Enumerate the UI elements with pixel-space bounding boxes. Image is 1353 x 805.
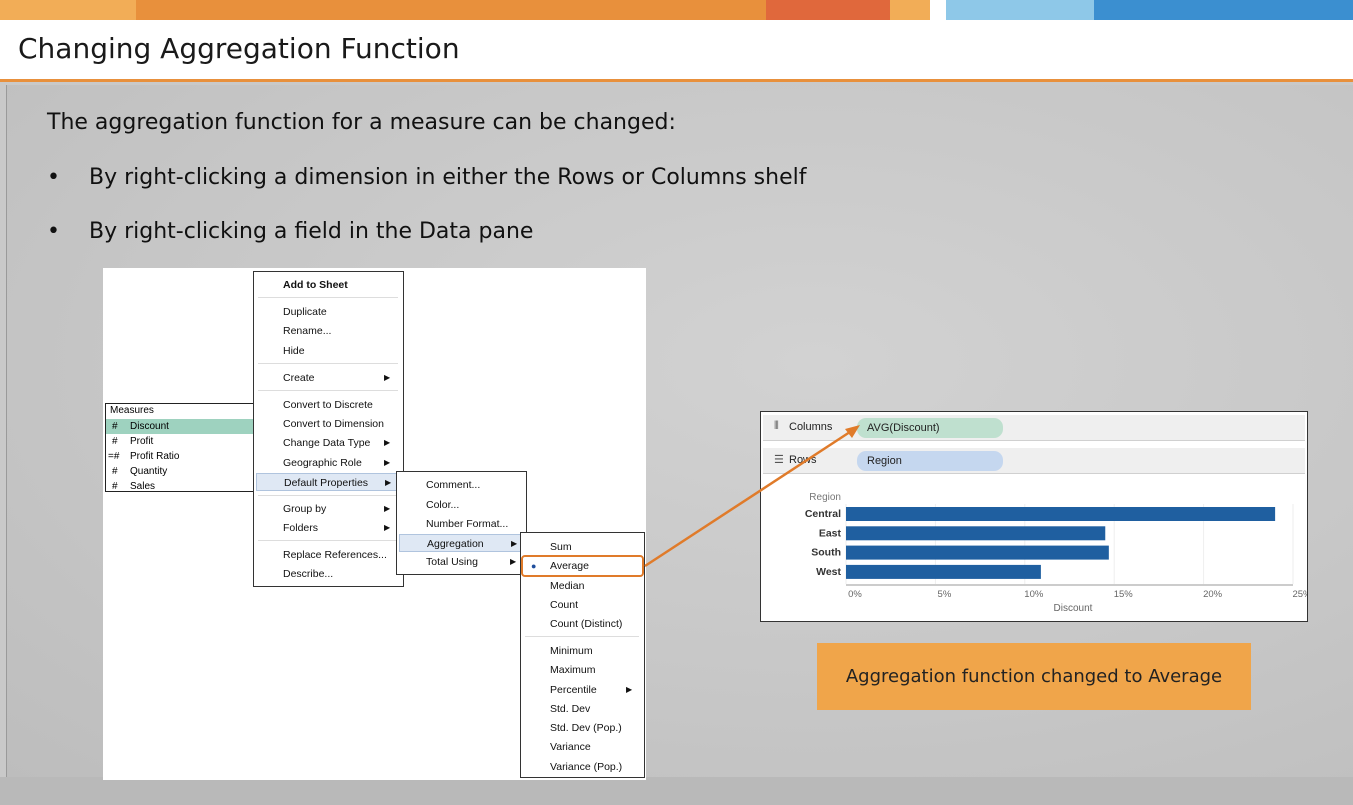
menu-item-group-by[interactable]: Group by ▶ <box>254 500 402 518</box>
tick-label: 5% <box>938 589 952 600</box>
columns-icon: ⦀ <box>774 420 779 432</box>
measure-item-discount[interactable]: # Discount <box>106 419 254 434</box>
menu-item-convert-to-dimension[interactable]: Convert to Dimension <box>254 415 402 433</box>
submenu-arrow-icon: ▶ <box>384 438 391 447</box>
title-bar: Changing Aggregation Function <box>0 20 1353 82</box>
menu-item-aggregation[interactable]: Aggregation ▶ <box>399 534 523 552</box>
viz-panel: ⦀ Columns AVG(Discount) ☰ Rows Region Re… <box>760 411 1308 622</box>
bullet-icon: • <box>47 165 60 190</box>
number-icon: # <box>112 436 118 447</box>
category-label: East <box>819 527 842 539</box>
measure-item-sales[interactable]: # Sales <box>106 479 254 494</box>
tick-label: 25% <box>1292 589 1307 600</box>
category-label: Central <box>805 508 841 520</box>
bullet-icon: • <box>47 219 60 244</box>
number-icon: # <box>112 481 118 492</box>
tick-label: 15% <box>1114 589 1134 600</box>
menu-item-rename[interactable]: Rename... <box>254 322 402 340</box>
submenu-arrow-icon: ▶ <box>511 539 518 548</box>
measures-pane: Measures # Discount # Profit =# Profit R… <box>105 403 255 492</box>
menu-item-variance[interactable]: Variance <box>521 738 643 756</box>
submenu-arrow-icon: ▶ <box>384 373 391 382</box>
submenu-arrow-icon: ▶ <box>385 478 392 487</box>
measure-item-quantity[interactable]: # Quantity <box>106 464 254 479</box>
menu-item-maximum[interactable]: Maximum <box>521 661 643 679</box>
x-axis-title: Discount <box>1054 603 1093 614</box>
number-icon: # <box>112 421 118 432</box>
menu-item-change-data-type[interactable]: Change Data Type ▶ <box>254 434 402 452</box>
menu-item-create[interactable]: Create ▶ <box>254 369 402 387</box>
menu-item-convert-to-discrete[interactable]: Convert to Discrete <box>254 396 402 414</box>
menu-item-minimum[interactable]: Minimum <box>521 642 643 660</box>
bottom-bar <box>0 777 1353 805</box>
bar-chart: Region Central East South West 0% 5% 10% 15% 20% 2… <box>805 492 1307 614</box>
rows-icon: ☰ <box>774 454 784 466</box>
number-icon: # <box>112 466 118 477</box>
intro-text: The aggregation function for a measure c… <box>47 110 676 135</box>
menu-item-comment[interactable]: Comment... <box>397 476 525 494</box>
menu-item-sum[interactable]: Sum <box>521 538 643 556</box>
measures-header: Measures <box>110 405 154 416</box>
top-accent-bar <box>0 0 1353 20</box>
columns-pill[interactable]: AVG(Discount) <box>857 418 1003 438</box>
menu-item-number-format[interactable]: Number Format... <box>397 515 525 533</box>
category-label: West <box>816 566 841 578</box>
submenu-arrow-icon: ▶ <box>510 557 517 566</box>
menu-item-folders[interactable]: Folders ▶ <box>254 519 402 537</box>
menu-item-duplicate[interactable]: Duplicate <box>254 303 402 321</box>
tick-label: 0% <box>848 589 862 600</box>
measure-item-profit[interactable]: # Profit <box>106 434 254 449</box>
y-axis-title: Region <box>809 492 841 503</box>
menu-item-variance-pop[interactable]: Variance (Pop.) <box>521 758 643 776</box>
menu-item-describe[interactable]: Describe... <box>254 565 402 583</box>
category-label: South <box>811 547 841 559</box>
menu-item-add-to-sheet[interactable]: Add to Sheet <box>254 276 402 294</box>
menu-item-color[interactable]: Color... <box>397 496 525 514</box>
calculated-number-icon: =# <box>108 451 120 462</box>
tick-label: 10% <box>1024 589 1044 600</box>
submenu-arrow-icon: ▶ <box>384 523 391 532</box>
submenu-arrow-icon: ▶ <box>384 504 391 513</box>
callout-box: Aggregation function changed to Average <box>817 643 1251 710</box>
menu-item-median[interactable]: Median <box>521 577 643 595</box>
tick-label: 20% <box>1203 589 1223 600</box>
average-highlight-box <box>521 555 644 577</box>
bar <box>846 545 1109 560</box>
bar <box>846 507 1276 521</box>
menu-item-count-distinct[interactable]: Count (Distinct) <box>521 615 643 633</box>
submenu-arrow-icon: ▶ <box>384 458 391 467</box>
submenu-arrow-icon: ▶ <box>626 685 633 694</box>
menu-item-std-dev[interactable]: Std. Dev <box>521 700 643 718</box>
bar <box>846 526 1106 541</box>
measure-item-profit-ratio[interactable]: =# Profit Ratio <box>106 449 254 464</box>
slide-title: Changing Aggregation Function <box>18 32 460 65</box>
menu-item-default-properties[interactable]: Default Properties ▶ <box>256 473 400 491</box>
menu-item-std-dev-pop[interactable]: Std. Dev (Pop.) <box>521 719 643 737</box>
menu-item-hide[interactable]: Hide <box>254 342 402 360</box>
menu-item-replace-references[interactable]: Replace References... <box>254 546 402 564</box>
menu-item-percentile[interactable]: Percentile ▶ <box>521 681 643 699</box>
menu-item-count[interactable]: Count <box>521 596 643 614</box>
menu-item-geographic-role[interactable]: Geographic Role ▶ <box>254 454 402 472</box>
rows-shelf[interactable]: ☰ Rows Region <box>763 448 1305 474</box>
default-properties-submenu: Comment... Color... Number Format... Agg… <box>396 471 527 575</box>
rows-pill[interactable]: Region <box>857 451 1003 471</box>
bar <box>846 564 1041 579</box>
field-context-menu: Add to Sheet Duplicate Rename... Hide Cr… <box>253 271 404 587</box>
columns-shelf[interactable]: ⦀ Columns AVG(Discount) <box>763 415 1305 441</box>
menu-item-total-using[interactable]: Total Using ▶ <box>397 553 525 571</box>
